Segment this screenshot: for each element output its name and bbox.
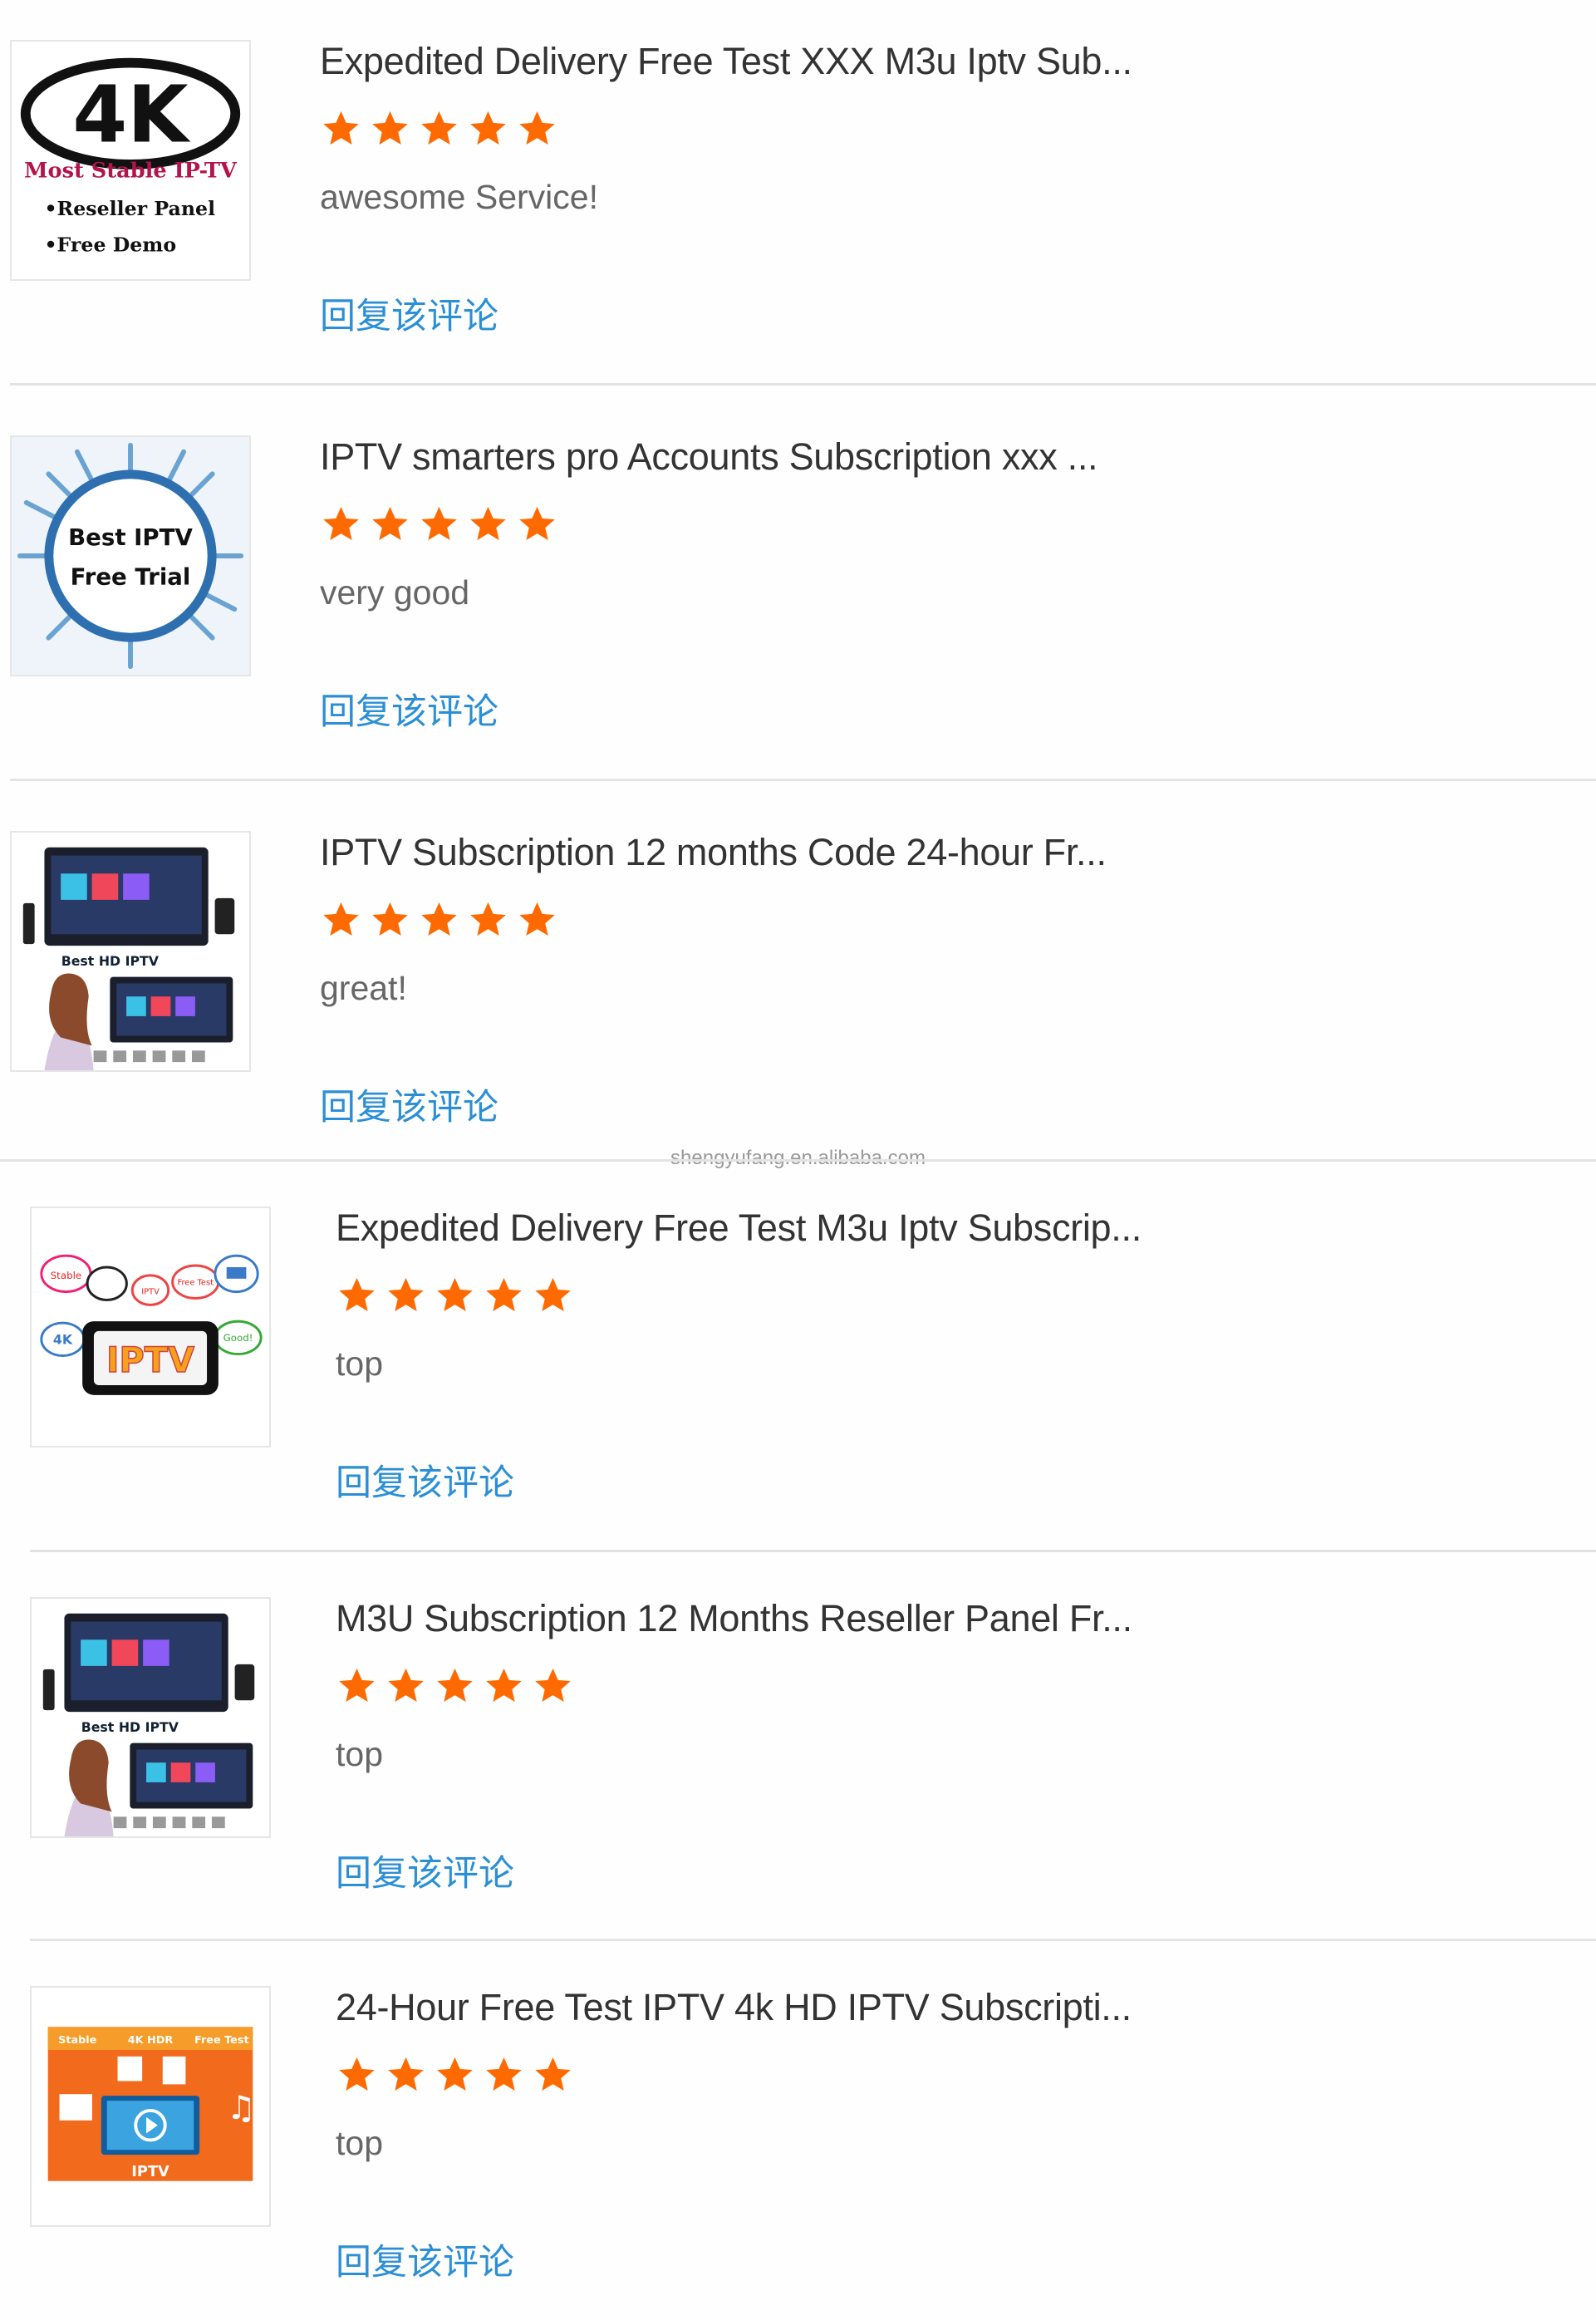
svg-text:Most Stable IP-TV: Most Stable IP-TV bbox=[24, 159, 238, 184]
product-thumbnail-4k[interactable]: 4K Most Stable IP-TV •Reseller Panel •Fr… bbox=[10, 40, 251, 281]
tv-promo-image: Best HD IPTV bbox=[32, 1599, 269, 1836]
star-icon bbox=[535, 1668, 571, 1702]
reply-link[interactable]: 回复该评论 bbox=[320, 288, 498, 339]
star-icon bbox=[470, 111, 506, 145]
svg-text:•Reseller Panel: •Reseller Panel bbox=[44, 197, 215, 220]
svg-text:4K: 4K bbox=[53, 1332, 73, 1348]
svg-text:IPTV: IPTV bbox=[131, 2164, 169, 2180]
star-icon bbox=[323, 902, 359, 936]
star-rating bbox=[336, 1275, 574, 1317]
star-icon bbox=[372, 506, 408, 540]
product-title[interactable]: Expedited Delivery Free Test XXX M3u Ipt… bbox=[320, 40, 1132, 83]
star-icon bbox=[323, 111, 359, 145]
svg-text:Free Trial: Free Trial bbox=[71, 563, 191, 591]
star-icon bbox=[519, 902, 555, 936]
star-icon bbox=[421, 111, 457, 145]
star-icon bbox=[486, 1668, 522, 1702]
svg-text:4K HDR: 4K HDR bbox=[128, 2034, 174, 2047]
review-comment: top bbox=[336, 1735, 383, 1773]
review-item: Best HD IPTV M3U Subscription 12 Months … bbox=[30, 1597, 1596, 1941]
product-thumbnail-orange-iptv[interactable]: Stable 4K HDR Free Test ♫ IPTV bbox=[30, 1986, 271, 2227]
reply-link[interactable]: 回复该评论 bbox=[336, 1454, 514, 1506]
product-thumbnail-tv[interactable]: Best HD IPTV bbox=[10, 831, 251, 1072]
product-title[interactable]: Expedited Delivery Free Test M3u Iptv Su… bbox=[336, 1207, 1142, 1250]
reply-link[interactable]: 回复该评论 bbox=[336, 1845, 514, 1896]
svg-text:•Free Demo: •Free Demo bbox=[44, 233, 176, 256]
reply-link[interactable]: 回复该评论 bbox=[320, 1079, 498, 1130]
star-rating bbox=[320, 504, 558, 546]
star-icon bbox=[339, 1668, 375, 1702]
product-thumbnail-iptv-cloud[interactable]: Stable IPTV Free Test 4K Good! IPTV bbox=[30, 1207, 271, 1448]
star-icon bbox=[519, 506, 555, 540]
star-icon bbox=[470, 506, 506, 540]
review-comment: great! bbox=[320, 969, 407, 1007]
svg-text:♫: ♫ bbox=[227, 2089, 256, 2127]
star-icon bbox=[372, 902, 408, 936]
review-comment: top bbox=[336, 2124, 383, 2162]
4k-text: 4K bbox=[72, 69, 191, 160]
reply-link[interactable]: 回复该评论 bbox=[336, 2234, 514, 2285]
product-title[interactable]: IPTV Subscription 12 months Code 24-hour… bbox=[320, 831, 1107, 874]
product-title[interactable]: IPTV smarters pro Accounts Subscription … bbox=[320, 435, 1098, 479]
orange-iptv-image: Stable 4K HDR Free Test ♫ IPTV bbox=[32, 1988, 269, 2225]
product-thumbnail-tv[interactable]: Best HD IPTV bbox=[30, 1597, 271, 1838]
star-icon bbox=[388, 1277, 424, 1311]
review-item: Stable 4K HDR Free Test ♫ IPTV 24-Hour F… bbox=[30, 1986, 1596, 2320]
svg-text:IPTV: IPTV bbox=[141, 1288, 160, 1297]
star-icon bbox=[470, 902, 506, 936]
star-icon bbox=[437, 1277, 473, 1311]
star-icon bbox=[421, 506, 457, 540]
svg-text:Best IPTV: Best IPTV bbox=[68, 523, 193, 551]
reply-link[interactable]: 回复该评论 bbox=[320, 683, 498, 735]
review-comment: awesome Service! bbox=[320, 178, 598, 216]
star-icon bbox=[372, 111, 408, 145]
star-rating bbox=[336, 2054, 574, 2096]
svg-text:Free Test: Free Test bbox=[194, 2034, 249, 2047]
star-icon bbox=[535, 1277, 571, 1311]
svg-text:Stable: Stable bbox=[51, 1270, 81, 1281]
review-comment: top bbox=[336, 1344, 383, 1383]
review-item: Best HD IPTV IPTV Subscription 12 months… bbox=[0, 831, 1596, 1162]
svg-text:Best HD IPTV: Best HD IPTV bbox=[81, 1719, 179, 1735]
svg-text:Stable: Stable bbox=[58, 2034, 97, 2047]
star-icon bbox=[486, 1277, 522, 1311]
review-item: 4K Most Stable IP-TV •Reseller Panel •Fr… bbox=[10, 40, 1596, 386]
svg-text:Best HD IPTV: Best HD IPTV bbox=[61, 953, 160, 969]
best-iptv-badge-image: Best IPTV Free Trial bbox=[12, 437, 249, 675]
product-title[interactable]: 24-Hour Free Test IPTV 4k HD IPTV Subscr… bbox=[336, 1986, 1132, 2029]
star-rating bbox=[320, 899, 558, 941]
svg-text:Good!: Good! bbox=[223, 1332, 253, 1344]
star-icon bbox=[388, 2057, 424, 2091]
product-title[interactable]: M3U Subscription 12 Months Reseller Pane… bbox=[336, 1597, 1132, 1640]
star-icon bbox=[339, 2057, 375, 2091]
star-icon bbox=[339, 1277, 375, 1311]
star-icon bbox=[437, 2057, 473, 2091]
review-comment: very good bbox=[320, 573, 470, 612]
star-icon bbox=[535, 2057, 571, 2091]
svg-text:IPTV: IPTV bbox=[106, 1340, 194, 1380]
star-icon bbox=[486, 2057, 522, 2091]
star-icon bbox=[437, 1668, 473, 1702]
tv-promo-image: Best HD IPTV bbox=[12, 833, 249, 1070]
star-icon bbox=[388, 1668, 424, 1702]
4k-logo-image: 4K Most Stable IP-TV •Reseller Panel •Fr… bbox=[12, 42, 249, 279]
review-item: Stable IPTV Free Test 4K Good! IPTV Expe… bbox=[30, 1207, 1596, 1552]
product-thumbnail-best-iptv[interactable]: Best IPTV Free Trial bbox=[10, 435, 251, 676]
review-item: Best IPTV Free Trial IPTV smarters pro A… bbox=[10, 435, 1596, 781]
svg-text:Free Test: Free Test bbox=[177, 1279, 214, 1288]
star-icon bbox=[323, 506, 359, 540]
star-icon bbox=[421, 902, 457, 936]
iptv-cloud-image: Stable IPTV Free Test 4K Good! IPTV bbox=[32, 1208, 269, 1446]
star-icon bbox=[519, 111, 555, 145]
star-rating bbox=[320, 108, 558, 150]
star-rating bbox=[336, 1665, 574, 1708]
